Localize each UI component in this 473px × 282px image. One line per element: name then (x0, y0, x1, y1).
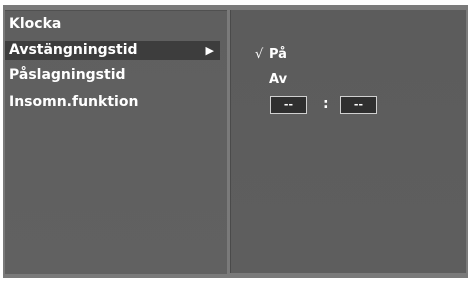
menu-item-klocka[interactable]: Klocka (5, 15, 220, 34)
menu-item-label: Påslagningstid (9, 67, 126, 83)
minutes-field[interactable]: -- (340, 96, 377, 114)
right-options-panel (230, 10, 466, 273)
menu-item-avstangningstid[interactable]: Avstängningstid ▶ (5, 41, 220, 60)
checkmark-icon: √ (255, 47, 264, 62)
menu-item-label: Klocka (9, 16, 62, 32)
time-separator: : (323, 96, 329, 112)
option-av[interactable]: Av (269, 71, 287, 88)
submenu-arrow-icon: ▶ (205, 44, 214, 57)
menu-item-insomn-funktion[interactable]: Insomn.funktion (5, 93, 220, 112)
menu-item-label: Insomn.funktion (9, 94, 139, 110)
hours-field[interactable]: -- (270, 96, 307, 114)
option-pa[interactable]: På (269, 46, 287, 63)
menu-item-label: Avstängningstid (9, 42, 138, 58)
menu-item-paslagningstid[interactable]: Påslagningstid (5, 66, 220, 85)
